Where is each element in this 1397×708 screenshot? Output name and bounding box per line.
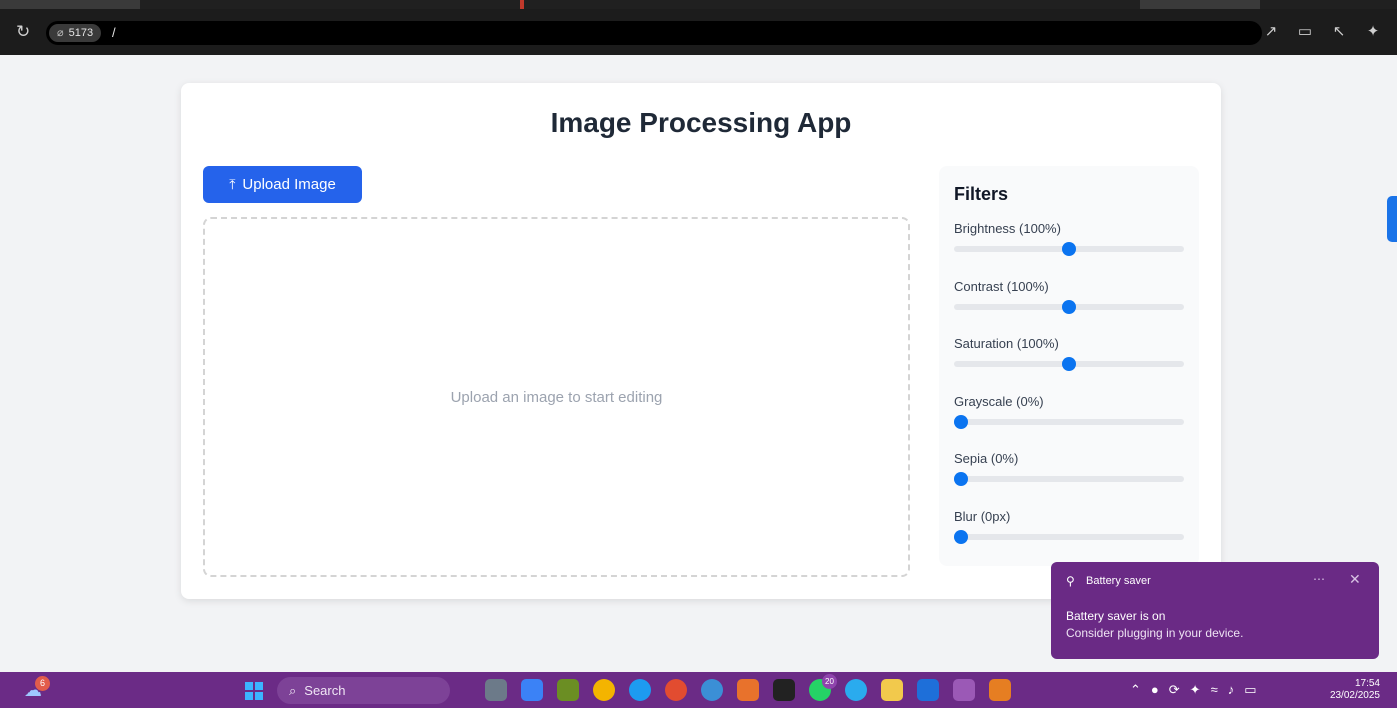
docker-icon[interactable] (629, 679, 651, 701)
filter-brightness: Brightness (100%) (954, 221, 1184, 261)
grayscale-slider-track[interactable] (954, 419, 1184, 425)
tray-sync-icon[interactable]: ⟳ (1169, 682, 1180, 698)
port-pill[interactable]: ⌀ 5173 (49, 24, 102, 42)
chrome-profile-icon[interactable] (701, 679, 723, 701)
upload-image-button[interactable]: ⤒ Upload Image (203, 166, 362, 203)
filters-panel: Filters Brightness (100%) Contrast (100%… (939, 166, 1199, 566)
browser-toolbar: ↻ ⌀ 5173 / ↗ ▭ ↖ ✦ (0, 9, 1397, 55)
side-panel-handle[interactable] (1387, 196, 1397, 242)
devices-icon[interactable]: ▭ (1295, 22, 1315, 42)
clock-date: 23/02/2025 (1329, 690, 1380, 701)
jira-icon[interactable] (917, 679, 939, 701)
sepia-slider-thumb[interactable] (954, 472, 968, 486)
tray-app2-icon[interactable]: ✦ (1190, 682, 1201, 698)
task-view-icon[interactable] (485, 679, 507, 701)
search-icon: ⌕ (289, 682, 297, 698)
postman-icon[interactable] (737, 679, 759, 701)
wifi-icon[interactable]: ≈ (1211, 682, 1218, 698)
blur-slider-thumb[interactable] (954, 530, 968, 544)
filter-label: Brightness (100%) (954, 221, 1061, 236)
volume-icon[interactable]: ♪ (1228, 682, 1235, 698)
filter-grayscale: Grayscale (0%) (954, 394, 1184, 434)
collapse-icon[interactable]: ✦ (1363, 22, 1383, 42)
top-window-strip (0, 0, 1397, 9)
contrast-slider-thumb[interactable] (1062, 300, 1076, 314)
filter-contrast: Contrast (100%) (954, 279, 1184, 319)
battery-saver-icon: ⚲ (1066, 574, 1075, 588)
chrome-icon[interactable] (593, 679, 615, 701)
notification-app-name: Battery saver (1086, 575, 1151, 587)
git-icon[interactable] (989, 679, 1011, 701)
terminal-icon[interactable] (773, 679, 795, 701)
weather-badge: 6 (35, 676, 50, 691)
address-bar[interactable]: ⌀ 5173 / (46, 21, 1262, 45)
weather-icon[interactable]: ☁ 6 (24, 676, 50, 701)
tray-app-icon[interactable]: ● (1151, 682, 1159, 698)
battery-saver-notification[interactable]: ⚲ Battery saver ⋯ ✕ Battery saver is on … (1051, 562, 1379, 659)
clock[interactable]: 17:54 23/02/2025 (1320, 678, 1380, 702)
windows-start-icon[interactable] (245, 682, 263, 700)
filter-label: Sepia (0%) (954, 451, 1019, 466)
wps-office-icon[interactable] (665, 679, 687, 701)
app-card: Image Processing App ⤒ Upload Image Uplo… (181, 83, 1221, 599)
upload-icon: ⤒ (229, 176, 236, 192)
filter-sepia: Sepia (0%) (954, 451, 1184, 491)
plug-icon: ⌀ (57, 27, 64, 39)
lambda-app-icon[interactable] (557, 679, 579, 701)
page-title: Image Processing App (550, 107, 852, 138)
open-external-icon[interactable]: ↗ (1261, 22, 1281, 42)
upload-label: Upload Image (242, 176, 336, 193)
taskbar-apps: 20 (485, 674, 1011, 701)
saturation-slider-thumb[interactable] (1062, 357, 1076, 371)
filter-blur: Blur (0px) (954, 509, 1184, 549)
reload-icon[interactable]: ↻ (16, 22, 36, 42)
dropzone-text: Upload an image to start editing (450, 388, 663, 406)
filter-label: Blur (0px) (954, 509, 1011, 524)
whatsapp-icon[interactable]: 20 (809, 674, 837, 701)
copilot-icon[interactable] (521, 679, 543, 701)
taskbar-search[interactable]: ⌕ Search (277, 677, 450, 704)
whatsapp-badge: 20 (822, 674, 837, 689)
search-label: Search (304, 683, 346, 698)
port-number: 5173 (68, 27, 94, 39)
sepia-slider-track[interactable] (954, 476, 1184, 482)
system-tray: ⌃ ● ⟳ ✦ ≈ ♪ ▭ (1130, 682, 1257, 698)
clock-time: 17:54 (1354, 678, 1380, 689)
notification-title: Battery saver is on (1066, 609, 1166, 623)
more-options-icon[interactable]: ⋯ (1313, 572, 1325, 586)
grayscale-slider-thumb[interactable] (954, 415, 968, 429)
inspect-pointer-icon[interactable]: ↖ (1329, 22, 1349, 42)
chevron-up-icon[interactable]: ⌃ (1130, 682, 1141, 698)
visual-studio-icon[interactable] (953, 679, 975, 701)
notification-body: Consider plugging in your device. (1066, 626, 1244, 640)
brightness-slider-thumb[interactable] (1062, 242, 1076, 256)
filter-saturation: Saturation (100%) (954, 336, 1184, 376)
filter-label: Grayscale (0%) (954, 394, 1044, 409)
close-icon[interactable]: ✕ (1349, 571, 1361, 588)
telegram-icon[interactable] (845, 679, 867, 701)
image-dropzone[interactable]: Upload an image to start editing (203, 217, 910, 577)
blur-slider-track[interactable] (954, 534, 1184, 540)
filter-label: Saturation (100%) (954, 336, 1059, 351)
url-path: / (112, 25, 116, 40)
filter-label: Contrast (100%) (954, 279, 1049, 294)
battery-icon[interactable]: ▭ (1244, 682, 1256, 698)
taskbar: ☁ 6 ⌕ Search 20 ⌃ ● ⟳ ✦ ≈ ♪ ▭ 17:54 23/0… (0, 672, 1397, 708)
filters-heading: Filters (954, 184, 1009, 204)
file-explorer-icon[interactable] (881, 679, 903, 701)
